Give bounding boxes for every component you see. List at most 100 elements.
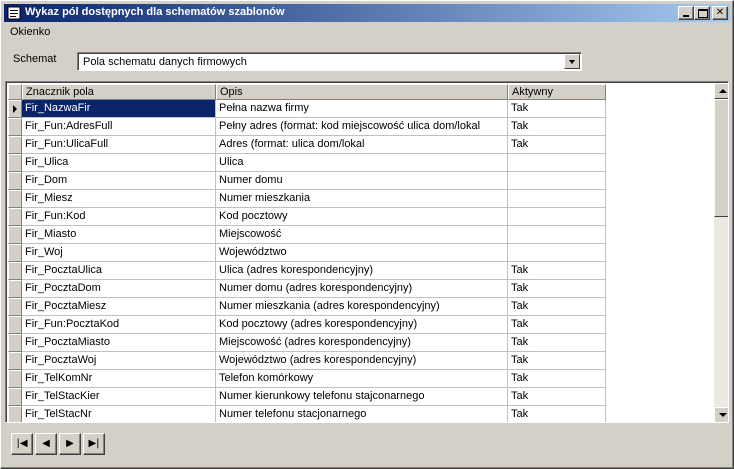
next-record-button[interactable]: ▶ [59,433,81,455]
cell-tag[interactable]: Fir_Fun:Kod [22,208,216,226]
cell-desc[interactable]: Kod pocztowy (adres korespondencyjny) [216,316,508,334]
cell-desc[interactable]: Województwo [216,244,508,262]
scroll-down-button[interactable] [714,407,728,422]
cell-active[interactable] [508,172,606,190]
row-indicator[interactable] [8,334,22,352]
table-row[interactable]: Fir_PocztaDom Numer domu (adres korespond… [8,280,606,298]
fields-grid[interactable]: Znacznik pola Opis Aktywny Fir_NazwaFir P… [5,81,729,423]
row-indicator[interactable] [8,262,22,280]
cell-desc[interactable]: Miejscowość (adres korespondencyjny) [216,334,508,352]
cell-tag[interactable]: Fir_TelStacKier [22,388,216,406]
row-indicator[interactable] [8,226,22,244]
cell-tag[interactable]: Fir_NazwaFir [22,100,216,118]
cell-desc[interactable]: Miejscowość [216,226,508,244]
row-indicator[interactable] [8,208,22,226]
row-indicator[interactable] [8,406,22,422]
cell-tag[interactable]: Fir_Dom [22,172,216,190]
cell-active[interactable]: Tak [508,262,606,280]
row-indicator[interactable] [8,244,22,262]
cell-tag[interactable]: Fir_PocztaWoj [22,352,216,370]
table-row[interactable]: Fir_PocztaMiasto Miejscowość (adres kores… [8,334,606,352]
row-indicator[interactable] [8,100,22,118]
cell-tag[interactable]: Fir_Fun:UlicaFull [22,136,216,154]
maximize-button[interactable] [694,6,710,20]
row-indicator[interactable] [8,388,22,406]
table-row[interactable]: Fir_Fun:UlicaFull Adres (format: ulica do… [8,136,606,154]
table-row[interactable]: Fir_Fun:Kod Kod pocztowy [8,208,606,226]
cell-desc[interactable]: Numer domu (adres korespondencyjny) [216,280,508,298]
cell-active[interactable]: Tak [508,100,606,118]
cell-tag[interactable]: Fir_PocztaMiesz [22,298,216,316]
cell-tag[interactable]: Fir_Fun:AdresFull [22,118,216,136]
table-row[interactable]: Fir_PocztaWoj Województwo (adres korespon… [8,352,606,370]
row-indicator[interactable] [8,352,22,370]
cell-desc[interactable]: Telefon komórkowy [216,370,508,388]
table-row[interactable]: Fir_TelStacNr Numer telefonu stacjonarneg… [8,406,606,422]
cell-active[interactable]: Tak [508,136,606,154]
cell-tag[interactable]: Fir_PocztaDom [22,280,216,298]
row-indicator[interactable] [8,370,22,388]
cell-tag[interactable]: Fir_PocztaUlica [22,262,216,280]
table-row[interactable]: Fir_Dom Numer domu [8,172,606,190]
table-row[interactable]: Fir_PocztaMiesz Numer mieszkania (adres k… [8,298,606,316]
last-record-button[interactable]: ▶| [83,433,105,455]
row-indicator[interactable] [8,298,22,316]
table-row[interactable]: Fir_Miasto Miejscowość [8,226,606,244]
cell-desc[interactable]: Numer domu [216,172,508,190]
cell-desc[interactable]: Ulica [216,154,508,172]
table-row[interactable]: Fir_TelStacKier Numer kierunkowy telefonu… [8,388,606,406]
column-header-active[interactable]: Aktywny [508,84,606,100]
cell-tag[interactable]: Fir_Miesz [22,190,216,208]
cell-active[interactable] [508,244,606,262]
cell-active[interactable]: Tak [508,334,606,352]
row-indicator[interactable] [8,118,22,136]
column-header-tag[interactable]: Znacznik pola [22,84,216,100]
cell-tag[interactable]: Fir_Woj [22,244,216,262]
schema-combobox[interactable]: Pola schematu danych firmowych [77,52,582,71]
prior-record-button[interactable]: ◀ [35,433,57,455]
cell-desc[interactable]: Numer telefonu stacjonarnego [216,406,508,422]
menu-item-okienko[interactable]: Okienko [10,26,50,38]
cell-tag[interactable]: Fir_Miasto [22,226,216,244]
scroll-up-button[interactable] [714,83,728,99]
cell-desc[interactable]: Kod pocztowy [216,208,508,226]
close-button[interactable]: ✕ [712,6,728,20]
cell-active[interactable]: Tak [508,388,606,406]
row-indicator[interactable] [8,154,22,172]
cell-desc[interactable]: Pełna nazwa firmy [216,100,508,118]
cell-desc[interactable]: Numer mieszkania (adres korespondencyjny… [216,298,508,316]
table-row[interactable]: Fir_PocztaUlica Ulica (adres korespondenc… [8,262,606,280]
cell-active[interactable] [508,226,606,244]
cell-active[interactable]: Tak [508,118,606,136]
cell-desc[interactable]: Ulica (adres korespondencyjny) [216,262,508,280]
column-header-desc[interactable]: Opis [216,84,508,100]
table-row[interactable]: Fir_Ulica Ulica [8,154,606,172]
row-indicator[interactable] [8,316,22,334]
cell-desc[interactable]: Pełny adres (format: kod miejscowość uli… [216,118,508,136]
table-row[interactable]: Fir_Woj Województwo [8,244,606,262]
table-row[interactable]: Fir_TelKomNr Telefon komórkowy Tak [8,370,606,388]
scroll-thumb[interactable] [714,99,728,217]
cell-desc[interactable]: Województwo (adres korespondencyjny) [216,352,508,370]
cell-tag[interactable]: Fir_TelStacNr [22,406,216,422]
row-indicator[interactable] [8,136,22,154]
table-row[interactable]: Fir_Miesz Numer mieszkania [8,190,606,208]
cell-tag[interactable]: Fir_TelKomNr [22,370,216,388]
title-bar[interactable]: Wykaz pól dostępnych dla schematów szabl… [4,4,730,22]
schema-dropdown-button[interactable] [564,54,580,69]
cell-active[interactable]: Tak [508,352,606,370]
cell-active[interactable] [508,208,606,226]
cell-active[interactable] [508,154,606,172]
table-row[interactable]: Fir_NazwaFir Pełna nazwa firmy Tak [8,100,606,118]
cell-active[interactable]: Tak [508,298,606,316]
first-record-button[interactable]: |◀ [11,433,33,455]
cell-active[interactable]: Tak [508,370,606,388]
row-indicator[interactable] [8,190,22,208]
row-indicator[interactable] [8,280,22,298]
cell-tag[interactable]: Fir_Ulica [22,154,216,172]
table-row[interactable]: Fir_Fun:AdresFull Pełny adres (format: ko… [8,118,606,136]
row-indicator[interactable] [8,172,22,190]
cell-desc[interactable]: Adres (format: ulica dom/lokal [216,136,508,154]
table-row[interactable]: Fir_Fun:PocztaKod Kod pocztowy (adres kor… [8,316,606,334]
cell-tag[interactable]: Fir_Fun:PocztaKod [22,316,216,334]
